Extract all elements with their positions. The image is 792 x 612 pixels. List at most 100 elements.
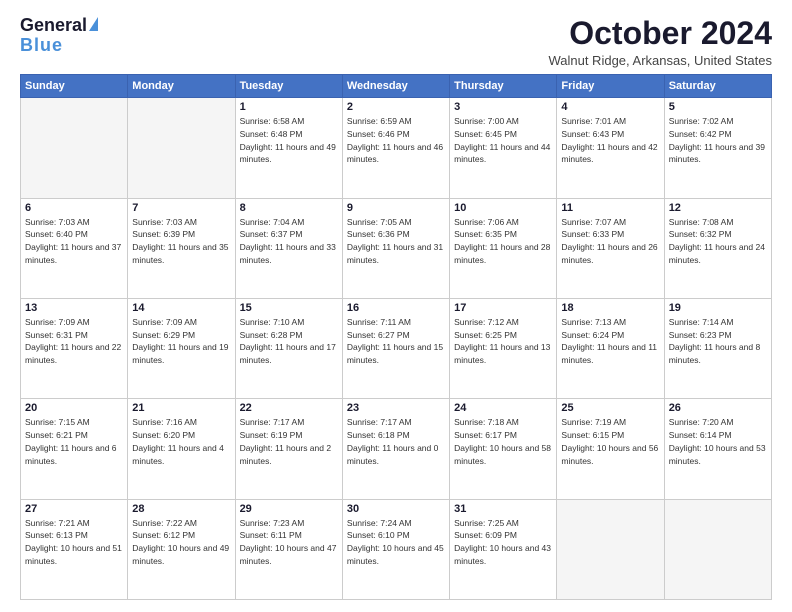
day-detail: Sunrise: 7:15 AMSunset: 6:21 PMDaylight:… xyxy=(25,416,123,467)
day-detail: Sunrise: 7:14 AMSunset: 6:23 PMDaylight:… xyxy=(669,316,767,367)
day-number: 14 xyxy=(132,302,230,314)
calendar-cell: 15 Sunrise: 7:10 AMSunset: 6:28 PMDayligh… xyxy=(235,298,342,398)
calendar-cell: 5 Sunrise: 7:02 AMSunset: 6:42 PMDaylight… xyxy=(664,98,771,198)
logo-text: General xyxy=(20,16,98,36)
day-number: 17 xyxy=(454,302,552,314)
day-detail: Sunrise: 7:18 AMSunset: 6:17 PMDaylight:… xyxy=(454,416,552,467)
day-detail: Sunrise: 7:23 AMSunset: 6:11 PMDaylight:… xyxy=(240,517,338,568)
weekday-header-row: SundayMondayTuesdayWednesdayThursdayFrid… xyxy=(21,75,772,98)
day-number: 10 xyxy=(454,202,552,214)
day-detail: Sunrise: 7:17 AMSunset: 6:18 PMDaylight:… xyxy=(347,416,445,467)
calendar-cell: 3Sunrise: 7:00 AMSunset: 6:45 PMDaylight… xyxy=(450,98,557,198)
calendar-cell: 19 Sunrise: 7:14 AMSunset: 6:23 PMDayligh… xyxy=(664,298,771,398)
calendar-cell: 18 Sunrise: 7:13 AMSunset: 6:24 PMDayligh… xyxy=(557,298,664,398)
day-number: 7 xyxy=(132,202,230,214)
month-title: October 2024 xyxy=(548,16,772,51)
day-detail: Sunrise: 7:02 AMSunset: 6:42 PMDaylight:… xyxy=(669,115,767,166)
day-detail: Sunrise: 7:06 AMSunset: 6:35 PMDaylight:… xyxy=(454,216,552,267)
weekday-header: Sunday xyxy=(21,75,128,98)
day-detail: Sunrise: 7:25 AMSunset: 6:09 PMDaylight:… xyxy=(454,517,552,568)
calendar-cell: 28 Sunrise: 7:22 AMSunset: 6:12 PMDayligh… xyxy=(128,499,235,599)
calendar-cell: 9 Sunrise: 7:05 AMSunset: 6:36 PMDaylight… xyxy=(342,198,449,298)
weekday-header: Monday xyxy=(128,75,235,98)
day-detail: Sunrise: 7:20 AMSunset: 6:14 PMDaylight:… xyxy=(669,416,767,467)
day-number: 18 xyxy=(561,302,659,314)
calendar-cell xyxy=(557,499,664,599)
calendar-cell: 12Sunrise: 7:08 AMSunset: 6:32 PMDayligh… xyxy=(664,198,771,298)
day-detail: Sunrise: 7:05 AMSunset: 6:36 PMDaylight:… xyxy=(347,216,445,267)
calendar-cell: 29 Sunrise: 7:23 AMSunset: 6:11 PMDayligh… xyxy=(235,499,342,599)
day-detail: Sunrise: 7:04 AMSunset: 6:37 PMDaylight:… xyxy=(240,216,338,267)
day-detail: Sunrise: 7:21 AMSunset: 6:13 PMDaylight:… xyxy=(25,517,123,568)
calendar-week-row: 13Sunrise: 7:09 AMSunset: 6:31 PMDayligh… xyxy=(21,298,772,398)
day-detail: Sunrise: 7:17 AMSunset: 6:19 PMDaylight:… xyxy=(240,416,338,467)
day-detail: Sunrise: 7:12 AMSunset: 6:25 PMDaylight:… xyxy=(454,316,552,367)
calendar-cell: 27Sunrise: 7:21 AMSunset: 6:13 PMDayligh… xyxy=(21,499,128,599)
day-number: 31 xyxy=(454,503,552,515)
weekday-header: Friday xyxy=(557,75,664,98)
day-detail: Sunrise: 7:00 AMSunset: 6:45 PMDaylight:… xyxy=(454,115,552,166)
day-number: 11 xyxy=(561,202,659,214)
location: Walnut Ridge, Arkansas, United States xyxy=(548,53,772,68)
day-number: 24 xyxy=(454,402,552,414)
calendar-cell: 24 Sunrise: 7:18 AMSunset: 6:17 PMDayligh… xyxy=(450,399,557,499)
calendar-cell: 31 Sunrise: 7:25 AMSunset: 6:09 PMDayligh… xyxy=(450,499,557,599)
calendar-cell: 22Sunrise: 7:17 AMSunset: 6:19 PMDayligh… xyxy=(235,399,342,499)
calendar-cell: 30Sunrise: 7:24 AMSunset: 6:10 PMDayligh… xyxy=(342,499,449,599)
title-area: October 2024 Walnut Ridge, Arkansas, Uni… xyxy=(548,16,772,68)
calendar-cell xyxy=(128,98,235,198)
day-detail: Sunrise: 7:22 AMSunset: 6:12 PMDaylight:… xyxy=(132,517,230,568)
day-number: 25 xyxy=(561,402,659,414)
logo: General Blue xyxy=(20,16,98,56)
calendar-cell: 26 Sunrise: 7:20 AMSunset: 6:14 PMDayligh… xyxy=(664,399,771,499)
calendar-week-row: 6Sunrise: 7:03 AMSunset: 6:40 PMDaylight… xyxy=(21,198,772,298)
day-number: 19 xyxy=(669,302,767,314)
calendar: SundayMondayTuesdayWednesdayThursdayFrid… xyxy=(20,74,772,600)
calendar-cell: 8 Sunrise: 7:04 AMSunset: 6:37 PMDaylight… xyxy=(235,198,342,298)
calendar-cell: 10 Sunrise: 7:06 AMSunset: 6:35 PMDayligh… xyxy=(450,198,557,298)
calendar-cell: 25 Sunrise: 7:19 AMSunset: 6:15 PMDayligh… xyxy=(557,399,664,499)
day-number: 26 xyxy=(669,402,767,414)
day-detail: Sunrise: 7:09 AMSunset: 6:31 PMDaylight:… xyxy=(25,316,123,367)
calendar-cell: 21Sunrise: 7:16 AMSunset: 6:20 PMDayligh… xyxy=(128,399,235,499)
day-number: 2 xyxy=(347,101,445,113)
calendar-cell: 4Sunrise: 7:01 AMSunset: 6:43 PMDaylight… xyxy=(557,98,664,198)
day-detail: Sunrise: 7:03 AMSunset: 6:39 PMDaylight:… xyxy=(132,216,230,267)
day-detail: Sunrise: 7:09 AMSunset: 6:29 PMDaylight:… xyxy=(132,316,230,367)
day-number: 9 xyxy=(347,202,445,214)
day-detail: Sunrise: 7:11 AMSunset: 6:27 PMDaylight:… xyxy=(347,316,445,367)
day-detail: Sunrise: 7:24 AMSunset: 6:10 PMDaylight:… xyxy=(347,517,445,568)
weekday-header: Thursday xyxy=(450,75,557,98)
calendar-cell: 7 Sunrise: 7:03 AMSunset: 6:39 PMDaylight… xyxy=(128,198,235,298)
calendar-cell xyxy=(664,499,771,599)
calendar-cell: 17 Sunrise: 7:12 AMSunset: 6:25 PMDayligh… xyxy=(450,298,557,398)
day-detail: Sunrise: 7:03 AMSunset: 6:40 PMDaylight:… xyxy=(25,216,123,267)
logo-text-blue: Blue xyxy=(20,36,63,56)
day-detail: Sunrise: 7:19 AMSunset: 6:15 PMDaylight:… xyxy=(561,416,659,467)
day-number: 15 xyxy=(240,302,338,314)
weekday-header: Saturday xyxy=(664,75,771,98)
day-detail: Sunrise: 7:07 AMSunset: 6:33 PMDaylight:… xyxy=(561,216,659,267)
header: General Blue October 2024 Walnut Ridge, … xyxy=(20,16,772,68)
page: General Blue October 2024 Walnut Ridge, … xyxy=(0,0,792,612)
calendar-cell: 16 Sunrise: 7:11 AMSunset: 6:27 PMDayligh… xyxy=(342,298,449,398)
day-number: 23 xyxy=(347,402,445,414)
calendar-cell: 6Sunrise: 7:03 AMSunset: 6:40 PMDaylight… xyxy=(21,198,128,298)
day-number: 20 xyxy=(25,402,123,414)
day-number: 1 xyxy=(240,101,338,113)
day-number: 28 xyxy=(132,503,230,515)
day-detail: Sunrise: 7:08 AMSunset: 6:32 PMDaylight:… xyxy=(669,216,767,267)
calendar-cell: 13Sunrise: 7:09 AMSunset: 6:31 PMDayligh… xyxy=(21,298,128,398)
day-number: 16 xyxy=(347,302,445,314)
calendar-cell xyxy=(21,98,128,198)
day-detail: Sunrise: 7:13 AMSunset: 6:24 PMDaylight:… xyxy=(561,316,659,367)
day-number: 8 xyxy=(240,202,338,214)
calendar-cell: 20 Sunrise: 7:15 AMSunset: 6:21 PMDayligh… xyxy=(21,399,128,499)
calendar-cell: 23 Sunrise: 7:17 AMSunset: 6:18 PMDayligh… xyxy=(342,399,449,499)
day-number: 29 xyxy=(240,503,338,515)
day-detail: Sunrise: 7:10 AMSunset: 6:28 PMDaylight:… xyxy=(240,316,338,367)
day-detail: Sunrise: 6:59 AMSunset: 6:46 PMDaylight:… xyxy=(347,115,445,166)
calendar-week-row: 20 Sunrise: 7:15 AMSunset: 6:21 PMDayligh… xyxy=(21,399,772,499)
calendar-cell: 1Sunrise: 6:58 AMSunset: 6:48 PMDaylight… xyxy=(235,98,342,198)
day-number: 5 xyxy=(669,101,767,113)
